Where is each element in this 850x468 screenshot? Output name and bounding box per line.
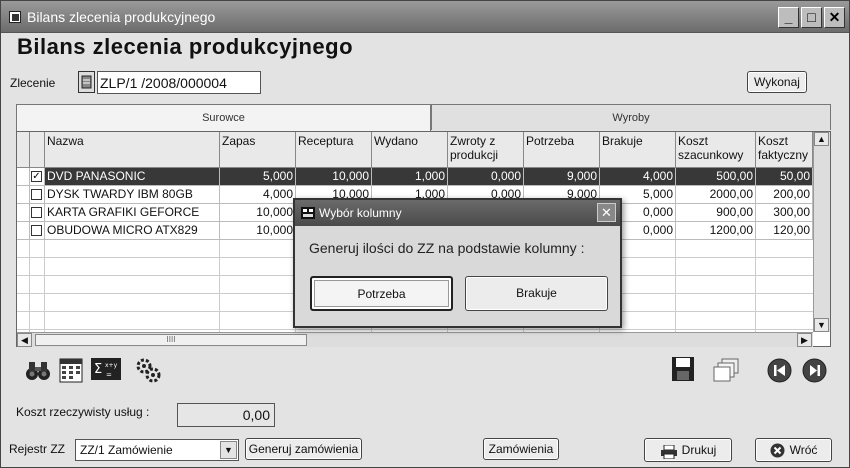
zamowienia-button[interactable]: Zamówienia (483, 438, 559, 460)
copy-icon[interactable] (713, 357, 741, 383)
cell-zapas: 4,000 (220, 186, 296, 204)
close-window-button[interactable]: ✕ (824, 7, 845, 28)
binoculars-icon[interactable] (23, 359, 53, 381)
cell-koszt-szacunkowy: 1200,00 (676, 222, 756, 240)
save-icon[interactable] (671, 356, 695, 382)
tab-surowce[interactable]: Surowce (16, 104, 431, 131)
first-record-icon[interactable] (767, 358, 792, 383)
zlecenie-label: Zlecenie (10, 76, 56, 90)
app-icon (9, 11, 21, 23)
row-indicator (17, 186, 30, 204)
drukuj-button[interactable]: Drukuj (644, 438, 732, 462)
rejestr-label: Rejestr ZZ (9, 442, 66, 456)
col-header-zapas[interactable]: Zapas (220, 132, 296, 168)
zlecenie-field[interactable]: ZLP/1 /2008/000004 (97, 71, 261, 94)
col-header-wydano[interactable]: Wydano (372, 132, 448, 168)
row-checkbox[interactable] (31, 189, 42, 200)
dialog-title: Wybór kolumny (295, 200, 620, 226)
cell-potrzeba: 9,000 (524, 168, 600, 186)
row-checkbox[interactable] (31, 207, 42, 218)
wroc-button[interactable]: Wróć (755, 438, 832, 462)
row-checkbox[interactable]: ✓ (31, 171, 42, 182)
tab-wyroby[interactable]: Wyroby (431, 104, 831, 130)
row-indicator (17, 222, 30, 240)
scroll-right-icon[interactable]: ▶ (797, 333, 812, 347)
cell-koszt-faktyczny: 50,00 (756, 168, 813, 186)
wroc-label: Wróć (789, 443, 818, 457)
rejestr-value: ZZ/1 Zamówienie (80, 443, 173, 457)
koszt-label: Koszt rzeczywisty usług : (16, 405, 150, 419)
vertical-scrollbar[interactable]: ▲ ▼ (813, 132, 830, 332)
col-header-koszt-szacunkowy[interactable]: Koszt szacunkowy (676, 132, 756, 168)
cell-nazwa: OBUDOWA MICRO ATX829 (45, 222, 220, 240)
printer-icon (660, 444, 678, 460)
calendar-grid-icon[interactable] (59, 356, 83, 383)
cell-nazwa: DVD PANASONIC (45, 168, 220, 186)
minimize-button[interactable]: _ (778, 7, 799, 28)
col-header-nazwa[interactable]: Nazwa (45, 132, 220, 168)
title-bar: Bilans zlecenia produkcyjnego _ □ ✕ (1, 1, 849, 33)
sigma-icon[interactable]: Σx+y = (91, 358, 121, 380)
svg-text:Σ: Σ (94, 362, 102, 377)
dialog-app-icon (300, 205, 316, 221)
gears-icon[interactable] (135, 357, 161, 383)
cell-zwroty: 0,000 (448, 168, 524, 186)
scroll-up-icon[interactable]: ▲ (814, 132, 829, 146)
brakuje-button[interactable]: Brakuje (465, 276, 608, 311)
col-header-koszt-faktyczny[interactable]: Koszt faktyczny (756, 132, 813, 168)
row-indicator-header (17, 132, 30, 168)
cell-koszt-szacunkowy: 2000,00 (676, 186, 756, 204)
check-header (30, 132, 45, 168)
maximize-button[interactable]: □ (801, 7, 822, 28)
generuj-zamowienia-button[interactable]: Generuj zamówienia (245, 438, 362, 460)
chevron-down-icon[interactable]: ▼ (220, 441, 237, 459)
horizontal-scrollbar[interactable]: ◀ IIII ▶ (17, 332, 813, 347)
next-record-icon[interactable] (802, 358, 827, 383)
potrzeba-button[interactable]: Potrzeba (310, 276, 453, 311)
row-checkbox[interactable] (31, 225, 42, 236)
svg-text:=: = (106, 371, 112, 379)
row-indicator (17, 168, 30, 186)
cell-wydano: 1,000 (372, 168, 448, 186)
row-indicator (17, 204, 30, 222)
koszt-field: 0,00 (177, 403, 275, 427)
dialog-message: Generuj ilości do ZZ na podstawie kolumn… (309, 240, 585, 256)
row-check-cell (30, 222, 45, 240)
cell-koszt-faktyczny: 200,00 (756, 186, 813, 204)
scroll-down-icon[interactable]: ▼ (814, 318, 829, 332)
cell-koszt-faktyczny: 300,00 (756, 204, 813, 222)
cell-zapas: 10,000 (220, 222, 296, 240)
lookup-icon[interactable] (78, 71, 95, 93)
cell-koszt-faktyczny: 120,00 (756, 222, 813, 240)
cell-zapas: 10,000 (220, 204, 296, 222)
col-header-zwroty[interactable]: Zwroty z produkcji (448, 132, 524, 168)
col-header-potrzeba[interactable]: Potrzeba (524, 132, 600, 168)
dialog-close-button[interactable]: ✕ (597, 203, 616, 222)
window-title: Bilans zlecenia produkcyjnego (27, 9, 216, 25)
drukuj-label: Drukuj (681, 443, 717, 457)
cell-koszt-szacunkowy: 500,00 (676, 168, 756, 186)
cell-koszt-szacunkowy: 900,00 (676, 204, 756, 222)
svg-text:x+y: x+y (105, 362, 118, 369)
cell-nazwa: DYSK TWARDY IBM 80GB (45, 186, 220, 204)
cell-nazwa: KARTA GRAFIKI GEFORCE (45, 204, 220, 222)
cell-brakuje: 4,000 (600, 168, 676, 186)
cancel-icon (770, 443, 785, 458)
row-check-cell (30, 186, 45, 204)
page-title: Bilans zlecenia produkcyjnego (17, 34, 354, 59)
row-check-cell (30, 204, 45, 222)
main-window: Bilans zlecenia produkcyjnego _ □ ✕ Bila… (0, 0, 850, 468)
rejestr-select[interactable]: ZZ/1 Zamówienie ▼ (75, 439, 239, 461)
cell-zapas: 5,000 (220, 168, 296, 186)
cell-receptura: 10,000 (296, 168, 372, 186)
row-check-cell: ✓ (30, 168, 45, 186)
scroll-left-icon[interactable]: ◀ (17, 333, 32, 347)
col-header-receptura[interactable]: Receptura (296, 132, 372, 168)
scroll-thumb[interactable]: IIII (35, 334, 307, 346)
choose-column-dialog: Wybór kolumny ✕ Generuj ilości do ZZ na … (293, 198, 622, 328)
col-header-brakuje[interactable]: Brakuje (600, 132, 676, 168)
wykonaj-button[interactable]: Wykonaj (747, 71, 807, 93)
